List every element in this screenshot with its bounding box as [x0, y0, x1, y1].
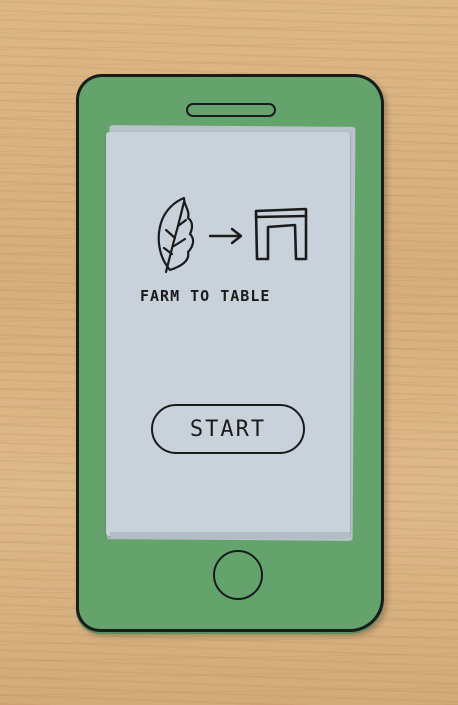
table-icon [254, 207, 308, 261]
earpiece-speaker [186, 103, 276, 117]
leaf-icon [157, 196, 195, 274]
home-button[interactable] [213, 550, 263, 600]
app-title: FARM TO TABLE [140, 287, 271, 305]
app-screen [106, 132, 350, 536]
screen-paper-edge [110, 532, 350, 538]
start-button[interactable]: START [151, 404, 305, 454]
arrow-right-icon [208, 227, 243, 245]
start-button-label: START [189, 416, 267, 442]
